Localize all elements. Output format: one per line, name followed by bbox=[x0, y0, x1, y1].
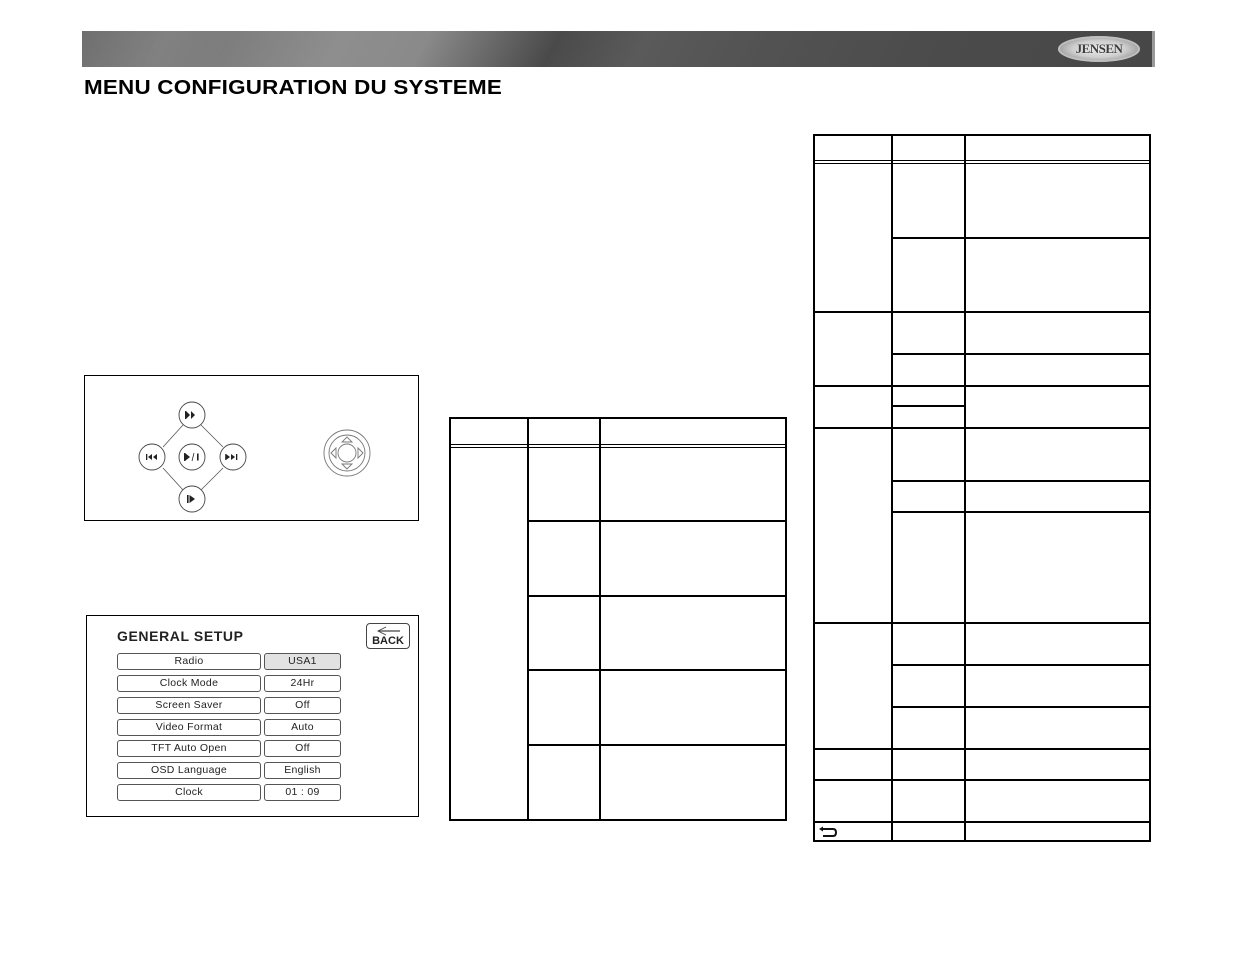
table-border bbox=[785, 417, 787, 821]
setup-row-screen-saver: Screen Saver Off bbox=[117, 697, 341, 714]
table-border bbox=[813, 134, 815, 842]
setup-option-label[interactable]: Video Format bbox=[117, 719, 261, 736]
table-border bbox=[449, 417, 451, 821]
row-divider bbox=[891, 706, 1151, 708]
row-divider bbox=[891, 405, 966, 407]
page-title: MENU CONFIGURATION DU SYSTEME bbox=[84, 77, 503, 99]
back-label: BACK bbox=[372, 635, 404, 647]
row-divider bbox=[527, 520, 787, 522]
row-divider bbox=[891, 664, 1151, 666]
setup-option-value[interactable]: USA1 bbox=[264, 653, 341, 670]
row-divider bbox=[527, 595, 787, 597]
table-header-divider bbox=[813, 163, 1151, 164]
setup-row-osd-language: OSD Language English bbox=[117, 762, 341, 779]
setup-option-value[interactable]: English bbox=[264, 762, 341, 779]
row-divider bbox=[891, 511, 1151, 513]
column-divider bbox=[891, 134, 893, 842]
table-border bbox=[813, 840, 1151, 842]
setup-option-label[interactable]: TFT Auto Open bbox=[117, 740, 261, 757]
fast-forward-button[interactable] bbox=[178, 401, 206, 429]
setup-option-value[interactable]: 24Hr bbox=[264, 675, 341, 692]
group-divider bbox=[813, 427, 1151, 429]
setup-option-label[interactable]: Clock Mode bbox=[117, 675, 261, 692]
table-border bbox=[1149, 134, 1151, 842]
setup-row-video-format: Video Format Auto bbox=[117, 719, 341, 736]
group-divider bbox=[813, 311, 1151, 313]
setup-option-label[interactable]: Radio bbox=[117, 653, 261, 670]
back-button[interactable]: BACK bbox=[366, 623, 410, 649]
row-divider bbox=[891, 237, 1151, 239]
directional-pad-button[interactable] bbox=[323, 429, 371, 477]
setup-row-clock-mode: Clock Mode 24Hr bbox=[117, 675, 341, 692]
row-divider bbox=[527, 669, 787, 671]
setup-option-value[interactable]: Off bbox=[264, 697, 341, 714]
previous-track-button[interactable] bbox=[138, 443, 166, 471]
setup-title: GENERAL SETUP bbox=[117, 628, 244, 644]
setup-row-radio: Radio USA1 bbox=[117, 653, 341, 670]
next-track-button[interactable] bbox=[219, 443, 247, 471]
column-divider bbox=[599, 417, 601, 821]
table-header-divider bbox=[813, 160, 1151, 161]
remote-diagram-svg bbox=[138, 401, 371, 513]
setup-option-label[interactable]: Clock bbox=[117, 784, 261, 801]
setup-option-label[interactable]: OSD Language bbox=[117, 762, 261, 779]
setup-option-label[interactable]: Screen Saver bbox=[117, 697, 261, 714]
group-divider bbox=[813, 748, 1151, 750]
column-divider bbox=[527, 417, 529, 821]
logo-text: JENSEN bbox=[1075, 41, 1123, 56]
play-pause-button[interactable] bbox=[178, 443, 206, 471]
table-header-divider bbox=[449, 444, 787, 445]
setup-option-value[interactable]: Off bbox=[264, 740, 341, 757]
table-border bbox=[449, 819, 787, 821]
row-divider bbox=[891, 480, 1151, 482]
setup-option-value[interactable]: 01 : 09 bbox=[264, 784, 341, 801]
setup-row-clock: Clock 01 : 09 bbox=[117, 784, 341, 801]
table-border bbox=[813, 134, 1151, 136]
row-divider bbox=[527, 744, 787, 746]
setup-option-value[interactable]: Auto bbox=[264, 719, 341, 736]
remote-control-diagram bbox=[84, 375, 419, 521]
slow-play-button[interactable] bbox=[178, 485, 206, 513]
general-setup-screen: GENERAL SETUP BACK Radio USA1 Clock Mode… bbox=[86, 615, 419, 817]
group-divider bbox=[813, 779, 1151, 781]
group-divider bbox=[813, 622, 1151, 624]
return-icon bbox=[819, 826, 838, 837]
column-divider bbox=[964, 134, 966, 842]
setup-row-tft-auto-open: TFT Auto Open Off bbox=[117, 740, 341, 757]
group-divider bbox=[813, 821, 1151, 823]
jensen-logo: JENSEN bbox=[1058, 36, 1140, 62]
table-header-divider bbox=[449, 447, 787, 448]
header-banner: JENSEN bbox=[82, 31, 1155, 67]
group-divider bbox=[813, 385, 1151, 387]
table-border bbox=[449, 417, 787, 419]
row-divider bbox=[891, 353, 1151, 355]
